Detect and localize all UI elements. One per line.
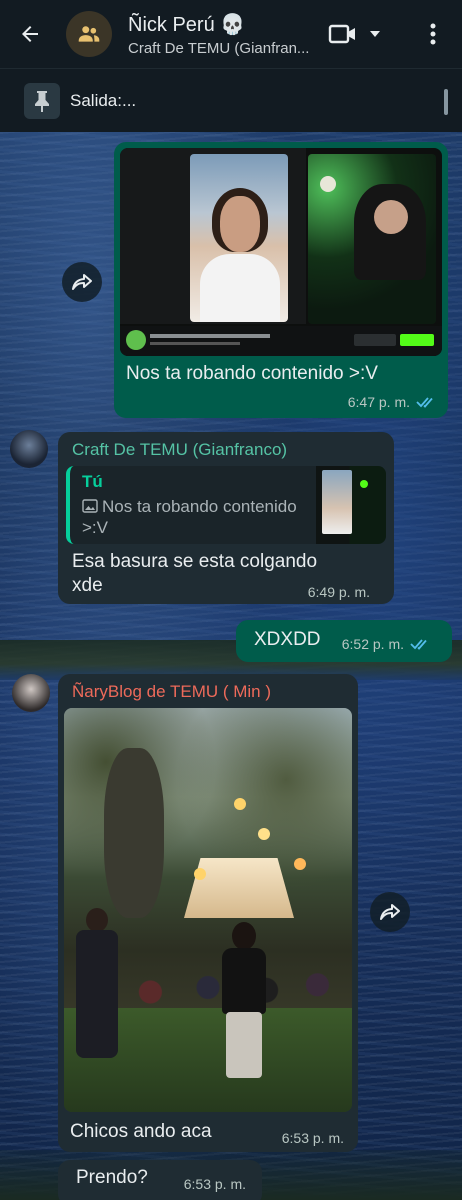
message-bubble-outgoing[interactable]: XDXDD 6:52 p. m. bbox=[236, 620, 452, 662]
chat-header: Ñick Perú 💀 Craft De TEMU (Gianfran... bbox=[0, 0, 462, 68]
group-avatar-icon bbox=[78, 26, 100, 42]
message-time: 6:49 p. m. bbox=[307, 584, 370, 600]
message-time: 6:53 p. m. bbox=[183, 1176, 246, 1192]
forward-button[interactable] bbox=[62, 262, 102, 302]
quoted-thumbnail bbox=[316, 466, 386, 544]
person-body bbox=[222, 948, 266, 1014]
pin-icon-box bbox=[24, 82, 60, 119]
photo-tent bbox=[184, 858, 294, 918]
pinned-message-text: Salida:... bbox=[70, 90, 137, 110]
more-options-button[interactable] bbox=[418, 23, 448, 45]
back-arrow-icon bbox=[22, 26, 38, 42]
streamer-face bbox=[374, 200, 408, 234]
photo-tree-trunk bbox=[104, 748, 164, 918]
person-body bbox=[76, 930, 118, 1058]
image-icon bbox=[82, 499, 98, 513]
stream-screenshot-image[interactable] bbox=[120, 148, 442, 356]
person-head bbox=[86, 908, 108, 932]
girl-face bbox=[220, 196, 260, 252]
message-meta: 6:53 p. m. bbox=[282, 1130, 344, 1146]
quoted-text: Nos ta robando contenido >:V bbox=[82, 496, 316, 538]
message-text: Nos ta robando contenido >:V bbox=[126, 363, 378, 384]
quoted-text-value: Nos ta robando contenido >:V bbox=[82, 497, 297, 537]
message-text: XDXDD bbox=[254, 629, 321, 650]
video-call-icon bbox=[328, 24, 355, 44]
chat-title: Ñick Perú 💀 bbox=[128, 13, 246, 36]
forward-icon bbox=[72, 274, 92, 290]
message-time: 6:52 p. m. bbox=[341, 636, 404, 652]
person-legs bbox=[226, 1012, 262, 1078]
message-meta: 6:47 p. m. bbox=[348, 394, 436, 410]
girl-shirt bbox=[200, 254, 280, 322]
group-avatar[interactable] bbox=[66, 11, 112, 57]
photo-person-center bbox=[216, 922, 272, 1082]
streamer-webcam bbox=[308, 154, 436, 324]
more-vert-icon bbox=[430, 23, 436, 45]
thumb-light bbox=[360, 480, 368, 488]
message-text: Chicos ando aca bbox=[70, 1121, 212, 1142]
double-check-icon bbox=[410, 639, 427, 650]
forward-button[interactable] bbox=[370, 892, 410, 932]
person-head bbox=[232, 922, 256, 950]
photo-lights bbox=[234, 798, 246, 810]
sender-name[interactable]: ÑaryBlog de TEMU ( Min ) bbox=[72, 682, 271, 702]
sender-name[interactable]: Craft De TEMU (Gianfranco) bbox=[72, 440, 287, 460]
avatar[interactable] bbox=[12, 674, 50, 712]
pinned-scroll-indicator bbox=[444, 89, 448, 115]
chat-subtitle: Craft De TEMU (Gianfran... bbox=[128, 39, 310, 57]
header-actions bbox=[328, 23, 462, 45]
quoted-message[interactable]: Tú Nos ta robando contenido >:V bbox=[66, 466, 386, 544]
quoted-author: Tú bbox=[82, 472, 103, 491]
message-bubble-incoming[interactable]: Craft De TEMU (Gianfranco) Tú Nos ta rob… bbox=[58, 432, 394, 604]
pinned-message-bar[interactable]: Salida:... bbox=[0, 68, 462, 132]
stream-subtitle-line bbox=[150, 342, 240, 345]
pin-icon bbox=[35, 90, 49, 112]
channel-avatar bbox=[126, 330, 146, 350]
message-text: Prendo? bbox=[76, 1167, 148, 1188]
photo-person-left bbox=[72, 908, 122, 1058]
video-call-button[interactable] bbox=[328, 23, 382, 45]
stream-info-bar bbox=[120, 326, 442, 356]
back-button[interactable] bbox=[0, 0, 60, 68]
message-bubble-incoming[interactable]: ÑaryBlog de TEMU ( Min ) Chicos ando aca… bbox=[58, 674, 358, 1152]
gift-subs-button bbox=[354, 334, 396, 346]
message-meta: 6:52 p. m. bbox=[342, 636, 430, 652]
video-of-girl bbox=[190, 154, 288, 322]
chat-title-block[interactable]: Ñick Perú 💀 Craft De TEMU (Gianfran... bbox=[128, 12, 328, 57]
message-bubble-incoming[interactable]: Prendo? 6:53 p. m. bbox=[58, 1160, 262, 1200]
webcam-light bbox=[320, 176, 336, 192]
message-bubble-outgoing[interactable]: Nos ta robando contenido >:V 6:47 p. m. bbox=[114, 142, 448, 418]
park-photo-image[interactable] bbox=[64, 708, 352, 1112]
message-meta: 6:49 p. m. bbox=[308, 584, 370, 600]
avatar[interactable] bbox=[10, 430, 48, 468]
thumb-phone bbox=[322, 470, 352, 534]
chevron-down-icon bbox=[370, 31, 380, 37]
message-time: 6:53 p. m. bbox=[281, 1130, 344, 1146]
message-meta: 6:53 p. m. bbox=[184, 1176, 246, 1192]
stream-title-line bbox=[150, 334, 270, 338]
double-check-icon bbox=[416, 397, 433, 408]
subscribe-button bbox=[400, 334, 434, 346]
forward-icon bbox=[380, 904, 400, 920]
message-time: 6:47 p. m. bbox=[347, 394, 410, 410]
